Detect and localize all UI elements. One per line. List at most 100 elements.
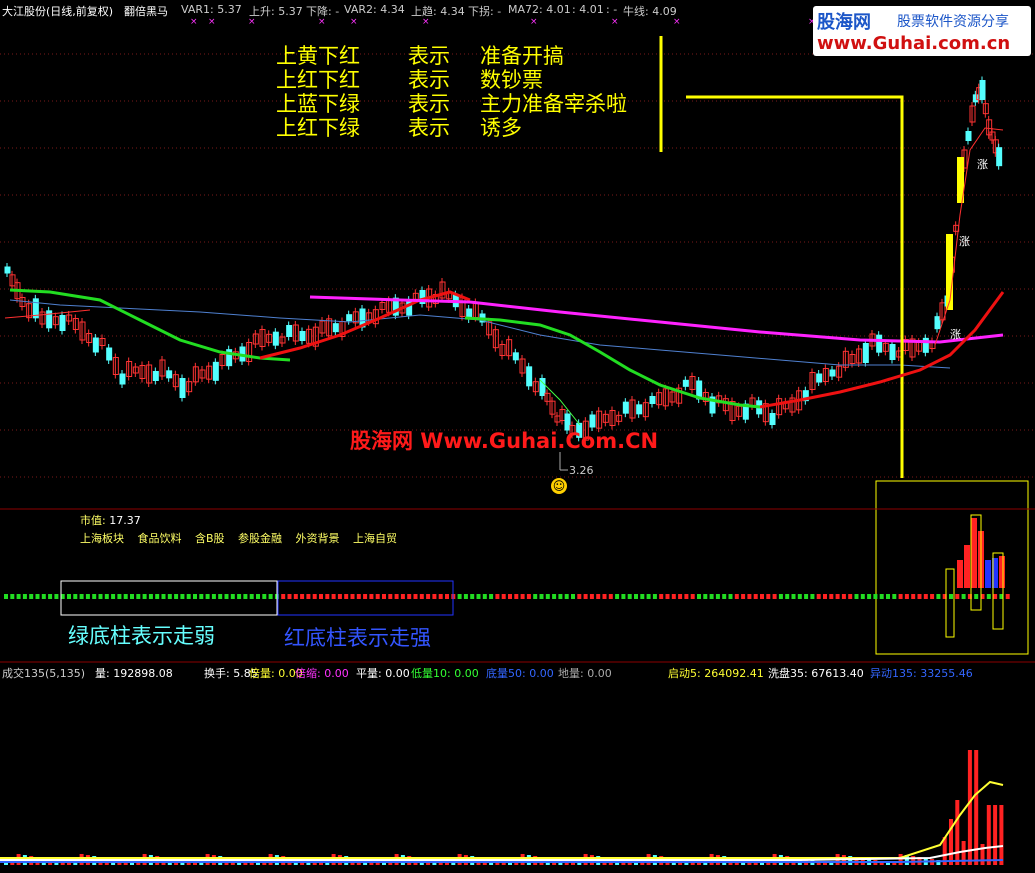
rise-marker: 涨 (977, 158, 988, 171)
legend-meaning: 准备开搞 (480, 44, 564, 68)
strength-dot (325, 594, 330, 599)
strength-bar (971, 518, 977, 588)
strength-dot (29, 594, 34, 599)
strength-dot (804, 594, 809, 599)
signal-marker: × (673, 17, 681, 27)
strength-dot (816, 594, 821, 599)
strength-dot (558, 594, 563, 599)
strength-dot (426, 594, 431, 599)
strength-dot (1005, 594, 1010, 599)
strength-dot (986, 594, 991, 599)
sector-tag[interactable]: 含B股 (195, 532, 225, 545)
signal-marker: × (350, 17, 358, 27)
strength-dot (148, 594, 153, 599)
legend-panel: 上黄下红 表示 准备开搞 上红下红 表示 数钞票 上蓝下绿 表示 主力准备宰杀啦 上红下绿表… (276, 44, 627, 140)
strength-dot (369, 594, 374, 599)
strength-dot (130, 594, 134, 599)
vol-item: 量: 192898.08 (95, 665, 173, 681)
legend-row: 上红下红 表示 数钞票 (276, 68, 627, 92)
strength-dot (136, 594, 141, 599)
rise-marker: 涨 (959, 235, 970, 248)
volume-header: 成交135(5,135) 量: 192898.08 换手: 5.85 倍量: 0… (0, 664, 1035, 680)
strength-dot (123, 594, 128, 599)
strength-dot (85, 594, 90, 599)
strength-dot (470, 594, 475, 599)
candle-body (965, 131, 972, 141)
legend-verb: 表示 (408, 92, 450, 116)
vol-item-value: 0.00 (454, 667, 479, 680)
strength-dot (457, 594, 462, 599)
strength-dot (331, 594, 336, 599)
candle-body (636, 404, 643, 415)
volume-bar (974, 750, 979, 865)
vol-item-label: 底量50: (486, 667, 526, 680)
strength-dot (760, 594, 764, 599)
watermark-text: 股海网 Www.Guhai.Com.CN (350, 429, 659, 453)
strength-dot (709, 594, 714, 599)
vol-item: 底量50: 0.00 (486, 665, 554, 681)
vol-item-label: 倍量: (249, 667, 275, 680)
strength-dot (936, 594, 941, 599)
strength-dot (722, 594, 727, 599)
legend-meaning: 诱多 (480, 116, 522, 140)
strength-dot (211, 594, 216, 599)
strength-dot (552, 594, 557, 599)
candle-body (106, 347, 113, 361)
strength-dot (22, 594, 27, 599)
strength-dot (589, 594, 594, 599)
strength-dot (161, 594, 166, 599)
vol-item-value: 264092.41 (704, 667, 764, 680)
vol-item-label: 平量: (356, 667, 382, 680)
strength-dot (79, 594, 84, 599)
strength-dot (98, 594, 103, 599)
strength-dot (199, 594, 204, 599)
candle-body (406, 299, 413, 316)
strength-dot (690, 594, 695, 599)
strength-dot (734, 594, 739, 599)
vol-item-value: 192898.08 (113, 667, 173, 680)
logo-slogan: 股票软件资源分享 (897, 14, 1009, 30)
vol-item-label: 启动5: (668, 667, 701, 680)
strength-dot (904, 594, 909, 599)
sector-tag[interactable]: 上海板块 (80, 532, 124, 545)
strength-dot (501, 594, 506, 599)
vol-item-value: 0.00 (587, 667, 612, 680)
signal-marker: × (190, 17, 198, 27)
strength-dot (117, 594, 122, 599)
strength-dot (615, 594, 620, 599)
volume-bar (898, 854, 903, 865)
strength-dot (797, 594, 802, 599)
strength-dot (382, 594, 386, 599)
price-low-label: 3.26 (569, 464, 594, 477)
signal-marker: × (318, 17, 326, 27)
strength-dot (92, 594, 97, 599)
strength-dot (407, 594, 412, 599)
strength-dot (678, 594, 683, 599)
strength-dot (243, 594, 248, 599)
sector-tag[interactable]: 食品饮料 (138, 532, 182, 545)
vol-item-value: 0.00 (324, 667, 349, 680)
sector-tag[interactable]: 参股金融 (238, 532, 282, 545)
strength-dot (438, 594, 443, 599)
strength-dot (356, 594, 361, 599)
strength-dot (167, 594, 172, 599)
legend-row: 上黄下红 表示 准备开搞 (276, 44, 627, 68)
candle-body (119, 373, 126, 385)
strength-dot (180, 594, 185, 599)
vol-item: 启动5: 264092.41 (668, 665, 764, 681)
strength-dot (4, 594, 8, 599)
strength-dot (300, 594, 305, 599)
strength-dot (772, 594, 777, 599)
strength-dot (48, 594, 53, 599)
site-logo[interactable]: 股海网 股票软件资源分享 www.Guhai.com.cn (813, 6, 1031, 56)
strength-dot (533, 594, 538, 599)
strength-dot (476, 594, 481, 599)
candle-body (972, 94, 979, 103)
candle-body (286, 325, 293, 337)
volume-bar (967, 750, 972, 865)
sector-tag[interactable]: 上海自贸 (353, 532, 397, 545)
strength-dot (646, 594, 651, 599)
strength-dot (829, 594, 834, 599)
sector-tag[interactable]: 外资背景 (296, 532, 340, 545)
strength-dot (684, 594, 689, 599)
